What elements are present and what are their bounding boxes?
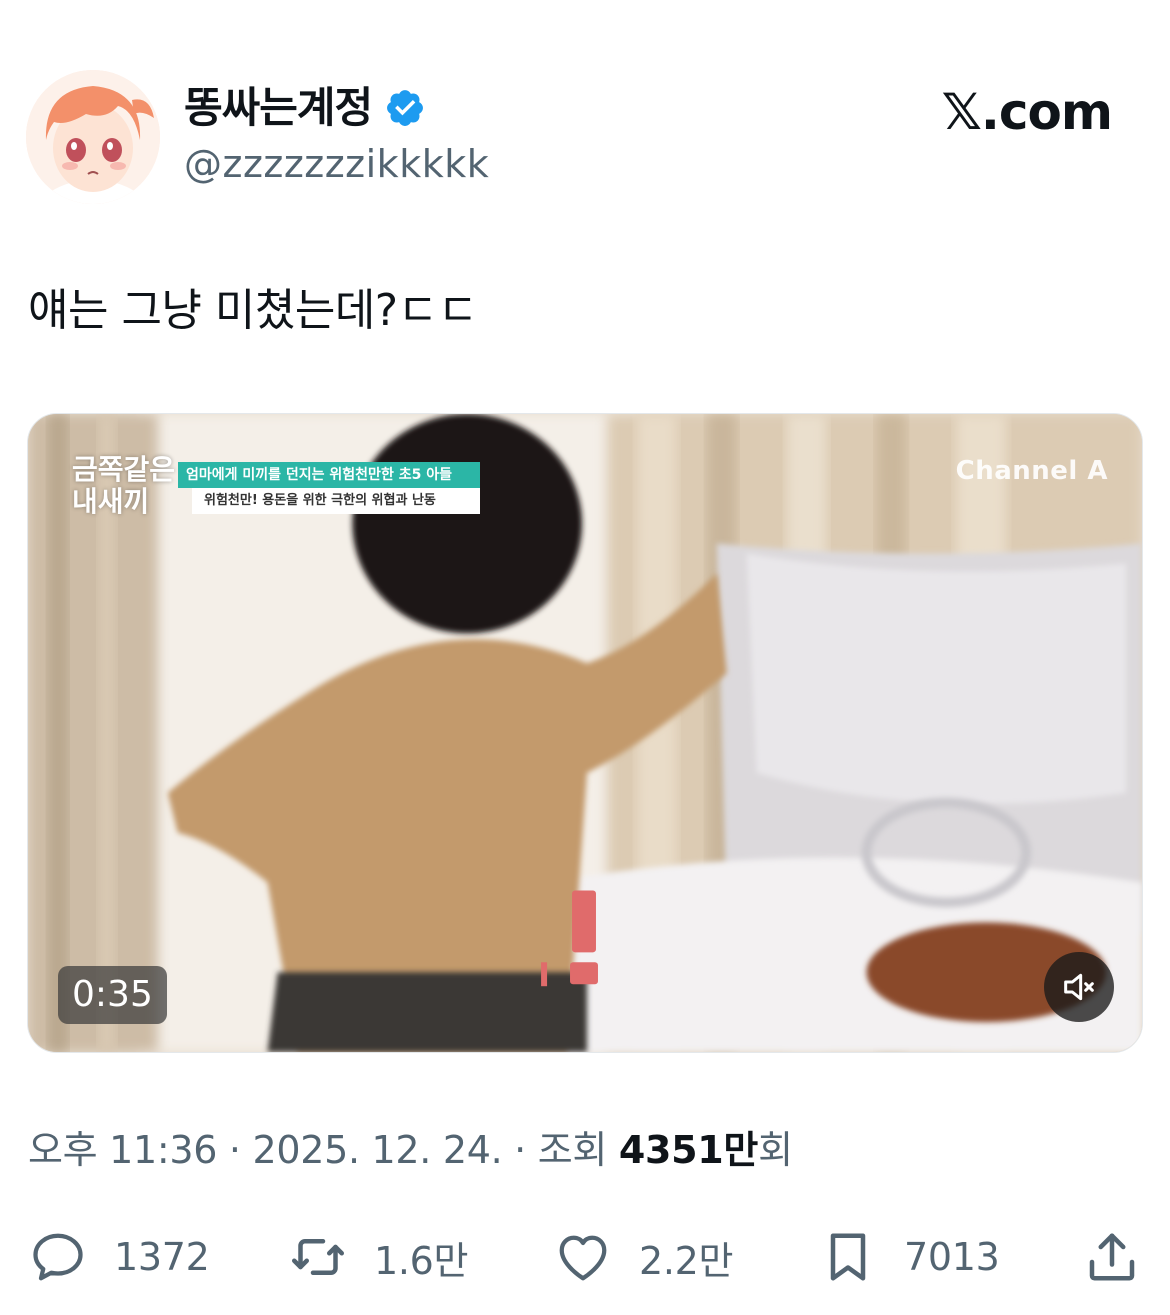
x-logo[interactable]: 𝕏.com (942, 82, 1113, 142)
show-logo: 금쪽같은 내새끼 (72, 453, 176, 518)
retweet-button[interactable]: 1.6만 (288, 1222, 469, 1292)
reply-count: 1372 (114, 1235, 210, 1279)
bookmark-button[interactable]: 7013 (818, 1222, 1000, 1292)
reply-button[interactable]: 1372 (28, 1222, 210, 1292)
tweet-metadata: 오후 11:36 · 2025. 12. 24. · 조회 4351만회 (28, 1124, 793, 1176)
views-label: 조회 (537, 1128, 608, 1172)
author-display-name[interactable]: 똥싸는계정 (184, 82, 426, 134)
separator-dot: · (228, 1128, 241, 1172)
speaker-muted-icon (1064, 973, 1094, 1001)
like-button[interactable]: 2.2만 (553, 1222, 734, 1292)
caption-title: 엄마에게 미끼를 던지는 위험천만한 초5 아들 (178, 462, 480, 488)
retweet-count: 1.6만 (374, 1238, 469, 1283)
bookmark-icon (830, 1233, 866, 1281)
tweet-date[interactable]: 2025. 12. 24. (252, 1128, 502, 1172)
tweet-text: 얘는 그냥 미쳤는데?ㄷㄷ (28, 285, 478, 336)
bookmark-count: 7013 (904, 1235, 1000, 1279)
heart-icon (559, 1235, 607, 1281)
video-duration: 0:35 (58, 966, 167, 1024)
reply-icon (33, 1233, 83, 1281)
share-icon (1089, 1233, 1135, 1281)
views-number: 4351 (618, 1128, 724, 1172)
channel-logo: Channel A (955, 456, 1108, 486)
caption-subtitle: 위험천만! 용돈을 위한 극한의 위협과 난동 (192, 488, 480, 514)
views-unit: 만 (723, 1128, 759, 1172)
video-player[interactable]: 금쪽같은 내새끼 엄마에게 미끼를 던지는 위험천만한 초5 아들 위험천만! … (27, 413, 1143, 1053)
retweet-icon (292, 1239, 344, 1275)
mute-button[interactable] (1044, 952, 1114, 1022)
author-avatar[interactable] (26, 70, 160, 204)
tweet-time[interactable]: 오후 11:36 (28, 1128, 217, 1172)
display-name-text: 똥싸는계정 (184, 83, 373, 132)
anime-avatar-image (26, 70, 160, 204)
broadcast-caption: 엄마에게 미끼를 던지는 위험천만한 초5 아들 위험천만! 용돈을 위한 극한… (178, 462, 480, 514)
action-bar: 1372 1.6만 2.2만 7013 (0, 1222, 1170, 1292)
like-count: 2.2만 (639, 1238, 734, 1283)
verified-badge-icon (387, 90, 424, 126)
share-button[interactable] (1082, 1222, 1142, 1292)
views-count: 4351만 (618, 1128, 759, 1172)
separator-dot: · (514, 1128, 526, 1172)
author-handle[interactable]: @zzzzzzzikkkkk (184, 140, 489, 188)
views-suffix: 회 (758, 1128, 793, 1172)
